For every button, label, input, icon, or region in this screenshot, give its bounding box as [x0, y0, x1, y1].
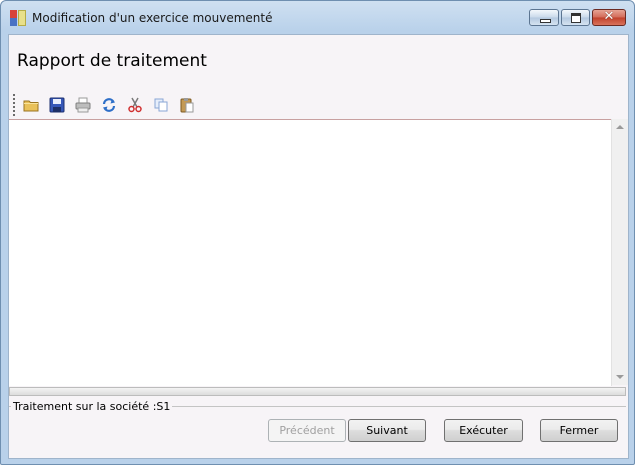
progress-bar [9, 387, 626, 396]
open-button[interactable] [21, 95, 41, 115]
app-icon [10, 10, 26, 26]
next-button[interactable]: Suivant [348, 419, 426, 442]
close-window-button[interactable]: ✕ [592, 9, 626, 26]
previous-button[interactable]: Précédent [268, 419, 346, 442]
refresh-icon [102, 98, 116, 112]
copy-button[interactable] [151, 95, 171, 115]
refresh-button[interactable] [99, 95, 119, 115]
save-icon [49, 97, 65, 113]
dialog-body: Rapport de traitement Traitement sur la … [8, 34, 629, 459]
cut-button[interactable] [125, 95, 145, 115]
minimize-button[interactable] [529, 9, 559, 26]
title-bar[interactable]: Modification d'un exercice mouvementé ✕ [1, 1, 634, 35]
paste-icon [180, 98, 194, 113]
next-button-label: Suivant [366, 424, 408, 437]
toolbar-grip[interactable] [13, 94, 15, 116]
execute-button[interactable]: Exécuter [444, 419, 523, 442]
report-text-area[interactable] [9, 119, 612, 386]
paste-button[interactable] [177, 95, 197, 115]
window-title: Modification d'un exercice mouvementé [32, 11, 273, 25]
minimize-icon [540, 19, 551, 23]
close-button[interactable]: Fermer [540, 419, 618, 442]
scroll-down-arrow-icon[interactable] [616, 375, 624, 379]
close-icon: ✕ [603, 9, 615, 24]
print-icon [75, 97, 91, 113]
report-vertical-scrollbar[interactable] [611, 119, 628, 385]
copy-icon [154, 98, 168, 112]
folder-icon [23, 100, 39, 112]
status-label: Traitement sur la société :S1 [11, 400, 173, 413]
scissors-icon [128, 97, 142, 113]
app-window: Modification d'un exercice mouvementé ✕ … [0, 0, 635, 465]
previous-button-label: Précédent [279, 424, 335, 437]
maximize-button[interactable] [561, 9, 590, 26]
scroll-up-arrow-icon[interactable] [616, 125, 624, 129]
execute-button-label: Exécuter [459, 424, 508, 437]
page-title: Rapport de traitement [17, 51, 207, 71]
print-button[interactable] [73, 95, 93, 115]
toolbar [11, 92, 623, 118]
save-button[interactable] [47, 95, 67, 115]
restore-icon [571, 13, 581, 23]
close-button-label: Fermer [559, 424, 599, 437]
